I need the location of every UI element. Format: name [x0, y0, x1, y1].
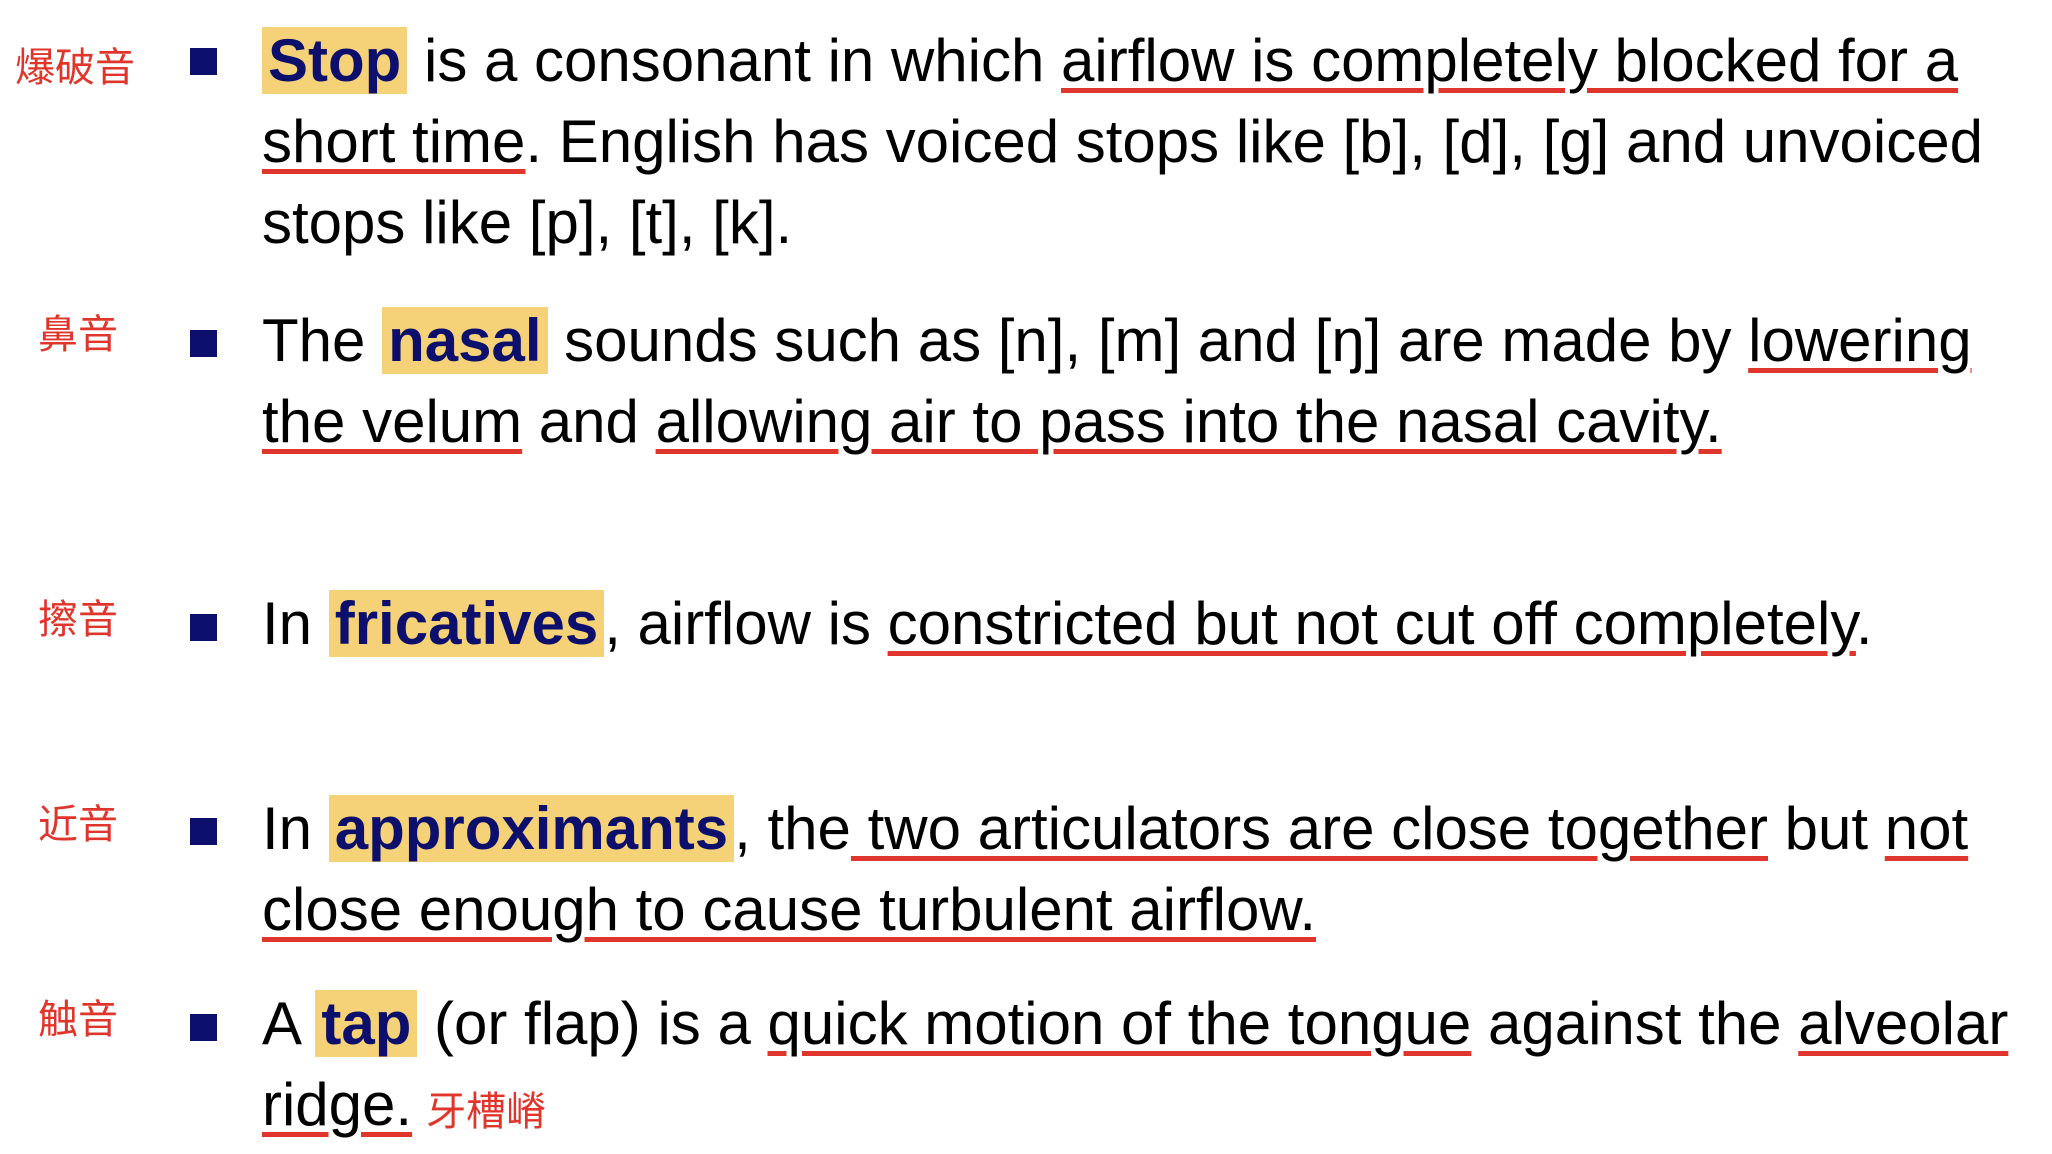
text-segment: In [262, 590, 329, 657]
text-segment: A [262, 990, 316, 1057]
annotation-fricatives: 擦音 [38, 597, 118, 643]
bullet-square-icon [190, 818, 217, 845]
text-segment: , airflow is [604, 590, 888, 657]
underlined-phrase: allowing air to pass into the nasal cavi… [655, 388, 1722, 455]
term-highlight: Stop [262, 27, 408, 94]
paragraph-stop: Stop is a consonant in which airflow is … [262, 20, 2042, 263]
underlined-phrase: two articulators are close together [850, 795, 1769, 862]
annotation-tap: 触音 [38, 997, 118, 1043]
text-segment: is a consonant in which [407, 27, 1062, 94]
annotation-nasal: 鼻音 [38, 312, 118, 358]
annotation-alveolar-ridge: 牙槽嵴 [426, 1089, 547, 1135]
text-segment: , the [734, 795, 851, 862]
text-segment: In [262, 795, 329, 862]
term-highlight: tap [315, 990, 418, 1057]
paragraph-tap: A tap (or flap) is a quick motion of the… [262, 983, 2042, 1153]
text-segment: The [262, 307, 383, 374]
underlined-phrase: quick motion of the tongue [767, 990, 1472, 1057]
bullet-square-icon [190, 48, 217, 75]
annotation-stop: 爆破音 [15, 45, 135, 91]
text-segment: (or flap) is a [417, 990, 768, 1057]
term-highlight: fricatives [328, 590, 605, 657]
text-segment: and [522, 388, 656, 455]
paragraph-fricatives: In fricatives, airflow is constricted bu… [262, 583, 2042, 664]
text-segment: but [1768, 795, 1885, 862]
text-segment: . [1855, 590, 1873, 657]
term-highlight: approximants [328, 795, 735, 862]
term-highlight: nasal [382, 307, 548, 374]
bullet-square-icon [190, 330, 217, 357]
paragraph-nasal: The nasal sounds such as [n], [m] and [ŋ… [262, 300, 2042, 462]
annotation-approximants: 近音 [38, 802, 118, 848]
bullet-square-icon [190, 1014, 217, 1041]
bullet-square-icon [190, 614, 217, 641]
paragraph-approximants: In approximants, the two articulators ar… [262, 788, 2042, 950]
text-segment: sounds such as [n], [m] and [ŋ] are made… [547, 307, 1749, 374]
text-segment: against the [1471, 990, 1799, 1057]
underlined-phrase: constricted but not cut off completely [887, 590, 1856, 657]
